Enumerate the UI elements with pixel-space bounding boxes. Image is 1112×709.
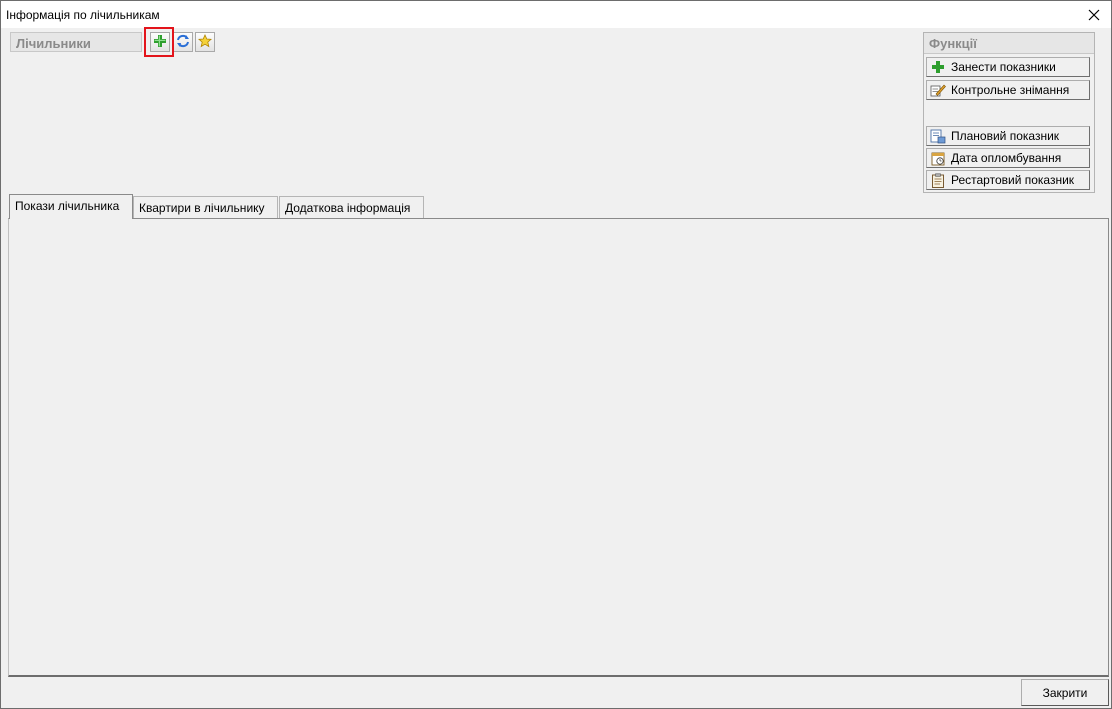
tab-apartments-in-meter[interactable]: Квартири в лічильнику: [133, 196, 278, 218]
pencil-icon: [930, 82, 946, 98]
control-reading-label: Контрольне знімання: [951, 83, 1070, 97]
enter-readings-label: Занести показники: [951, 60, 1056, 74]
close-button-label: Закрити: [1042, 685, 1088, 700]
restart-reading-button[interactable]: Рестартовий показник: [926, 170, 1090, 190]
meter-info-window: Інформація по лічильникам Лічильники Фун…: [0, 0, 1112, 709]
close-button[interactable]: Закрити: [1021, 679, 1109, 706]
sealing-date-button[interactable]: Дата опломбування: [926, 148, 1090, 168]
favorite-counter-button[interactable]: [195, 32, 215, 52]
planned-reading-label: Плановий показник: [951, 129, 1060, 143]
counters-panel-title: Лічильники: [16, 36, 91, 51]
functions-panel-header: Функції: [924, 33, 1094, 54]
window-close-button[interactable]: [1077, 1, 1111, 28]
clipboard-icon: [930, 172, 946, 188]
calendar-icon: [930, 150, 946, 166]
functions-panel: Функції Занести показники Контрольне зні…: [923, 32, 1095, 193]
refresh-icon: [176, 34, 190, 51]
tab-additional-info-label: Додаткова інформація: [285, 201, 411, 215]
tab-meter-readings[interactable]: Покази лічильника: [9, 194, 133, 219]
star-icon: [198, 33, 212, 51]
control-reading-button[interactable]: Контрольне знімання: [926, 80, 1090, 100]
plus-icon: [930, 59, 946, 75]
window-title: Інформація по лічильникам: [6, 8, 160, 22]
enter-readings-button[interactable]: Занести показники: [926, 57, 1090, 77]
tab-content-area: [8, 218, 1109, 677]
restart-reading-label: Рестартовий показник: [951, 173, 1075, 187]
counters-panel-header: Лічильники: [10, 32, 142, 52]
add-counter-button[interactable]: [150, 32, 170, 52]
sealing-date-label: Дата опломбування: [951, 151, 1062, 165]
planned-reading-button[interactable]: Плановий показник: [926, 126, 1090, 146]
tab-meter-readings-label: Покази лічильника: [15, 199, 120, 213]
planned-doc-icon: [930, 128, 946, 144]
tab-additional-info[interactable]: Додаткова інформація: [279, 196, 424, 218]
close-icon: [1088, 9, 1100, 21]
functions-panel-title: Функції: [929, 36, 977, 51]
plus-icon: [153, 34, 167, 51]
refresh-counters-button[interactable]: [173, 32, 193, 52]
title-bar: Інформація по лічильникам: [1, 1, 1111, 28]
tab-apartments-in-meter-label: Квартири в лічильнику: [139, 201, 265, 215]
